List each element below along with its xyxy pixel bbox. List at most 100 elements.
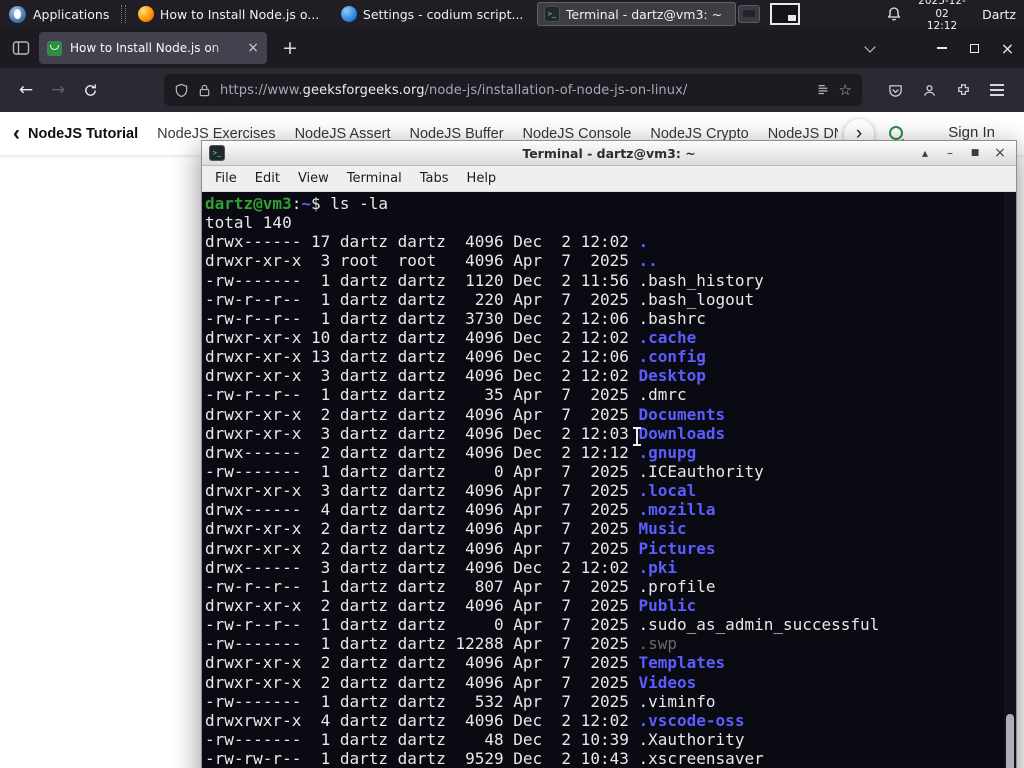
terminal-menu-view[interactable]: View bbox=[289, 171, 338, 186]
back-button[interactable]: ← bbox=[10, 74, 42, 106]
file-meta: -rw-r--r-- 1 dartz dartz 3730 Dec 2 12:0… bbox=[205, 308, 639, 328]
terminal-menu-file[interactable]: File bbox=[206, 171, 246, 186]
file-meta: drwxr-xr-x 2 dartz dartz 4096 Apr 7 2025 bbox=[205, 404, 639, 424]
file-name: .xscreensaver bbox=[638, 749, 764, 768]
file-name: .swp bbox=[638, 634, 678, 654]
nav-scroll-left-icon[interactable]: ‹ bbox=[13, 123, 20, 144]
terminal-listing-line: drwx------ 17 dartz dartz 4096 Dec 2 12:… bbox=[205, 232, 1016, 251]
terminal-listing-line: drwx------ 2 dartz dartz 4096 Dec 2 12:1… bbox=[205, 443, 1016, 462]
terminal-maximize-button[interactable]: ■ bbox=[966, 148, 984, 158]
terminal-shade-button[interactable]: ▴ bbox=[916, 147, 934, 159]
terminal-listing-line: drwxr-xr-x 3 root root 4096 Apr 7 2025 .… bbox=[205, 251, 1016, 270]
window-minimize-button[interactable] bbox=[925, 28, 958, 68]
terminal-minimize-button[interactable]: – bbox=[941, 147, 959, 159]
forward-button[interactable]: → bbox=[42, 74, 74, 106]
menu-hamburger-icon[interactable] bbox=[980, 73, 1014, 107]
prompt-symbol: $ bbox=[310, 194, 331, 213]
file-name: .sudo_as_admin_successful bbox=[638, 615, 880, 635]
applications-menu-button[interactable]: Applications bbox=[0, 0, 118, 28]
terminal-listing-line: -rw------- 1 dartz dartz 48 Dec 2 10:39 … bbox=[205, 730, 1016, 749]
desktop: Applications How to Install Node.js o...… bbox=[0, 0, 1024, 768]
taskbar-button-vscodium[interactable]: Settings - codium script... bbox=[334, 2, 533, 26]
taskbar-button-terminal[interactable]: >_ Terminal - dartz@vm3: ~ bbox=[536, 2, 736, 26]
file-meta: drwx------ 4 dartz dartz 4096 Apr 7 2025 bbox=[205, 500, 639, 520]
browser-tab[interactable]: How to Install Node.js on × bbox=[39, 32, 267, 64]
reader-view-icon[interactable] bbox=[816, 83, 830, 97]
reload-button[interactable] bbox=[74, 74, 106, 106]
file-meta: -rw-r--r-- 1 dartz dartz 807 Apr 7 2025 bbox=[205, 576, 639, 596]
extensions-puzzle-icon[interactable] bbox=[946, 73, 980, 107]
bookmark-star-icon[interactable]: ☆ bbox=[839, 82, 852, 98]
url-domain: geeksforgeeks.org bbox=[302, 82, 425, 98]
systray-terminal-icon[interactable] bbox=[769, 3, 800, 25]
list-all-tabs-button[interactable] bbox=[857, 34, 883, 62]
terminal-scrollbar[interactable] bbox=[1004, 192, 1016, 768]
lock-icon[interactable] bbox=[198, 83, 211, 98]
file-name: Music bbox=[638, 519, 687, 539]
url-text[interactable]: https://www.geeksforgeeks.org/node-js/in… bbox=[220, 83, 807, 98]
sign-in-button[interactable]: Sign In bbox=[948, 124, 995, 141]
taskbar-button-firefox[interactable]: How to Install Node.js o... bbox=[131, 2, 330, 26]
terminal-screen[interactable]: dartz@vm3:~$ ls -la total 140 drwx------… bbox=[202, 192, 1016, 768]
new-tab-button[interactable]: + bbox=[277, 37, 303, 59]
account-icon[interactable] bbox=[912, 73, 946, 107]
file-name: .cache bbox=[638, 327, 697, 347]
chevron-down-icon bbox=[864, 40, 876, 53]
file-name: .pki bbox=[638, 557, 678, 577]
notification-bell-icon[interactable] bbox=[886, 6, 902, 22]
file-name: .. bbox=[638, 251, 658, 271]
panel-separator bbox=[121, 5, 126, 23]
terminal-menu-terminal[interactable]: Terminal bbox=[338, 171, 411, 186]
systray-display-icon[interactable] bbox=[737, 5, 760, 23]
terminal-menu-help[interactable]: Help bbox=[458, 171, 506, 186]
tracking-protection-shield-icon[interactable] bbox=[174, 83, 189, 98]
window-close-button[interactable]: × bbox=[991, 28, 1024, 68]
file-name: .bash_history bbox=[638, 270, 764, 290]
terminal-close-button[interactable]: × bbox=[991, 146, 1009, 160]
window-maximize-button[interactable] bbox=[958, 28, 991, 68]
file-meta: -rw------- 1 dartz dartz 532 Apr 7 2025 bbox=[205, 691, 639, 711]
terminal-listing-line: drwxr-xr-x 13 dartz dartz 4096 Dec 2 12:… bbox=[205, 347, 1016, 366]
terminal-listing-line: drwxr-xr-x 2 dartz dartz 4096 Apr 7 2025… bbox=[205, 596, 1016, 615]
terminal-menu-tabs[interactable]: Tabs bbox=[411, 171, 458, 186]
site-nav-item[interactable]: NodeJS Tutorial bbox=[28, 126, 138, 142]
terminal-listing: drwx------ 17 dartz dartz 4096 Dec 2 12:… bbox=[205, 232, 1016, 768]
file-meta: -rw------- 1 dartz dartz 1120 Dec 2 11:5… bbox=[205, 270, 639, 290]
firefox-view-button[interactable] bbox=[7, 34, 35, 62]
terminal-icon: >_ bbox=[543, 6, 560, 22]
file-meta: drwxr-xr-x 3 dartz dartz 4096 Apr 7 2025 bbox=[205, 481, 639, 501]
url-bar[interactable]: https://www.geeksforgeeks.org/node-js/in… bbox=[164, 74, 862, 106]
terminal-listing-line: -rw-r--r-- 1 dartz dartz 220 Apr 7 2025 … bbox=[205, 290, 1016, 309]
terminal-total-line: total 140 bbox=[205, 213, 292, 233]
file-name: .bashrc bbox=[638, 308, 706, 328]
file-meta: drwxr-xr-x 2 dartz dartz 4096 Apr 7 2025 bbox=[205, 538, 639, 558]
file-meta: -rw------- 1 dartz dartz 0 Apr 7 2025 bbox=[205, 461, 639, 481]
terminal-window-controls: ▴ – ■ × bbox=[916, 141, 1009, 165]
terminal-title: Terminal - dartz@vm3: ~ bbox=[522, 145, 696, 161]
file-meta: drwxr-xr-x 2 dartz dartz 4096 Apr 7 2025 bbox=[205, 653, 639, 673]
file-name: Downloads bbox=[638, 423, 726, 443]
file-meta: drwxr-xr-x 3 dartz dartz 4096 Dec 2 12:0… bbox=[205, 423, 639, 443]
terminal-titlebar[interactable]: >_ Terminal - dartz@vm3: ~ ▴ – ■ × bbox=[202, 141, 1016, 166]
terminal-listing-line: drwxrwxr-x 4 dartz dartz 4096 Dec 2 12:0… bbox=[205, 711, 1016, 730]
terminal-listing-line: drwxr-xr-x 2 dartz dartz 4096 Apr 7 2025… bbox=[205, 673, 1016, 692]
file-name: Documents bbox=[638, 404, 726, 424]
prompt-path: ~ bbox=[301, 194, 311, 213]
file-meta: drwx------ 2 dartz dartz 4096 Dec 2 12:1… bbox=[205, 442, 639, 462]
scrollbar-thumb[interactable] bbox=[1006, 713, 1014, 768]
vscodium-icon bbox=[340, 6, 357, 22]
file-meta: drwxrwxr-x 4 dartz dartz 4096 Dec 2 12:0… bbox=[205, 710, 639, 730]
panel-clock[interactable]: 2025-12-02 12:12 bbox=[916, 0, 968, 33]
terminal-listing-line: -rw-r--r-- 1 dartz dartz 35 Apr 7 2025 .… bbox=[205, 385, 1016, 404]
tab-close-icon[interactable]: × bbox=[247, 41, 259, 55]
tab-title: How to Install Node.js on bbox=[70, 41, 220, 55]
prompt-colon: : bbox=[291, 194, 302, 213]
terminal-listing-line: -rw------- 1 dartz dartz 0 Apr 7 2025 .I… bbox=[205, 462, 1016, 481]
pocket-icon[interactable] bbox=[878, 73, 912, 107]
file-meta: drwx------ 17 dartz dartz 4096 Dec 2 12:… bbox=[205, 232, 639, 252]
terminal-menu-edit[interactable]: Edit bbox=[246, 171, 289, 186]
url-path: /node-js/installation-of-node-js-on-linu… bbox=[424, 82, 688, 98]
firefox-icon bbox=[137, 6, 154, 22]
file-name: Desktop bbox=[638, 366, 706, 386]
terminal-listing-line: -rw------- 1 dartz dartz 532 Apr 7 2025 … bbox=[205, 692, 1016, 711]
